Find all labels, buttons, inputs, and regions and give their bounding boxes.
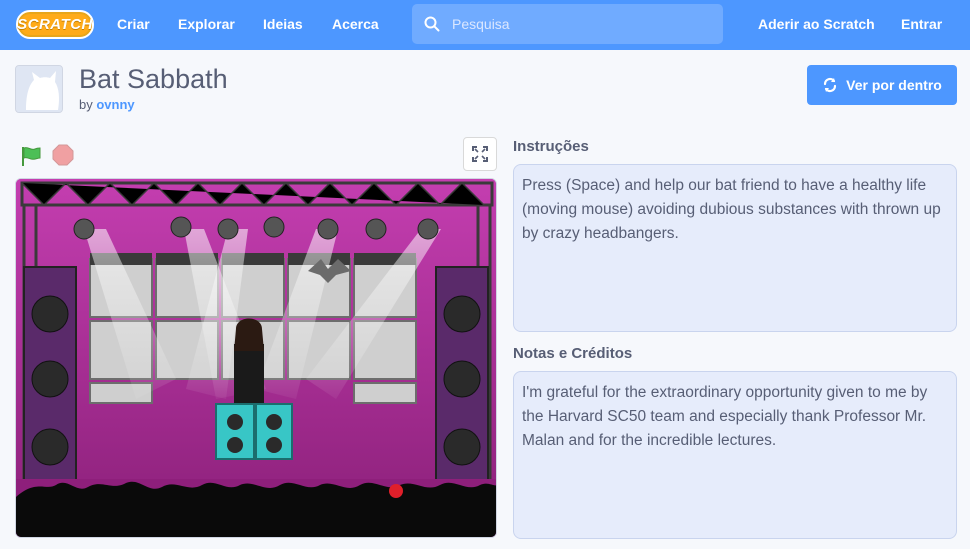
singer-sprite xyxy=(234,318,264,404)
project-byline: by ovnny xyxy=(79,97,135,112)
notes-label: Notas e Créditos xyxy=(513,345,633,362)
top-navbar: SCRATCH Criar Explorar Ideias Acerca Ade… xyxy=(0,0,970,50)
project-stage[interactable] xyxy=(15,178,497,538)
nav-create[interactable]: Criar xyxy=(117,16,150,32)
project-title: Bat Sabbath xyxy=(79,64,228,94)
green-flag-icon[interactable] xyxy=(20,145,42,167)
see-inside-label: Ver por dentro xyxy=(846,77,942,93)
instructions-text: Press (Space) and help our bat friend to… xyxy=(513,164,957,332)
avatar[interactable] xyxy=(15,65,63,113)
red-pill-sprite xyxy=(389,484,403,498)
scratch-logo[interactable]: SCRATCH xyxy=(16,10,94,39)
fullscreen-button[interactable] xyxy=(463,137,497,171)
nav-ideas[interactable]: Ideias xyxy=(263,16,303,32)
concert-stage-scene xyxy=(16,179,496,537)
expand-icon xyxy=(472,146,488,162)
instructions-label: Instruções xyxy=(513,138,589,155)
search-input[interactable] xyxy=(452,15,712,33)
refresh-icon xyxy=(824,77,837,93)
search-icon xyxy=(424,16,440,32)
monitor-speakers xyxy=(215,403,293,460)
project-page: Bat Sabbath by ovnny Ver por dentro Inst… xyxy=(0,50,970,549)
default-cat-avatar-icon xyxy=(16,66,62,112)
see-inside-button[interactable]: Ver por dentro xyxy=(807,65,957,105)
author-link[interactable]: ovnny xyxy=(96,97,134,112)
by-label: by xyxy=(79,97,93,112)
nav-about[interactable]: Acerca xyxy=(332,16,379,32)
join-link[interactable]: Aderir ao Scratch xyxy=(758,16,875,32)
search-bar xyxy=(412,4,723,44)
notes-text: I'm grateful for the extraordinary oppor… xyxy=(513,371,957,539)
stop-icon[interactable] xyxy=(52,144,74,166)
nav-explore[interactable]: Explorar xyxy=(178,16,235,32)
signin-link[interactable]: Entrar xyxy=(901,16,942,32)
crowd-silhouette xyxy=(16,497,496,537)
